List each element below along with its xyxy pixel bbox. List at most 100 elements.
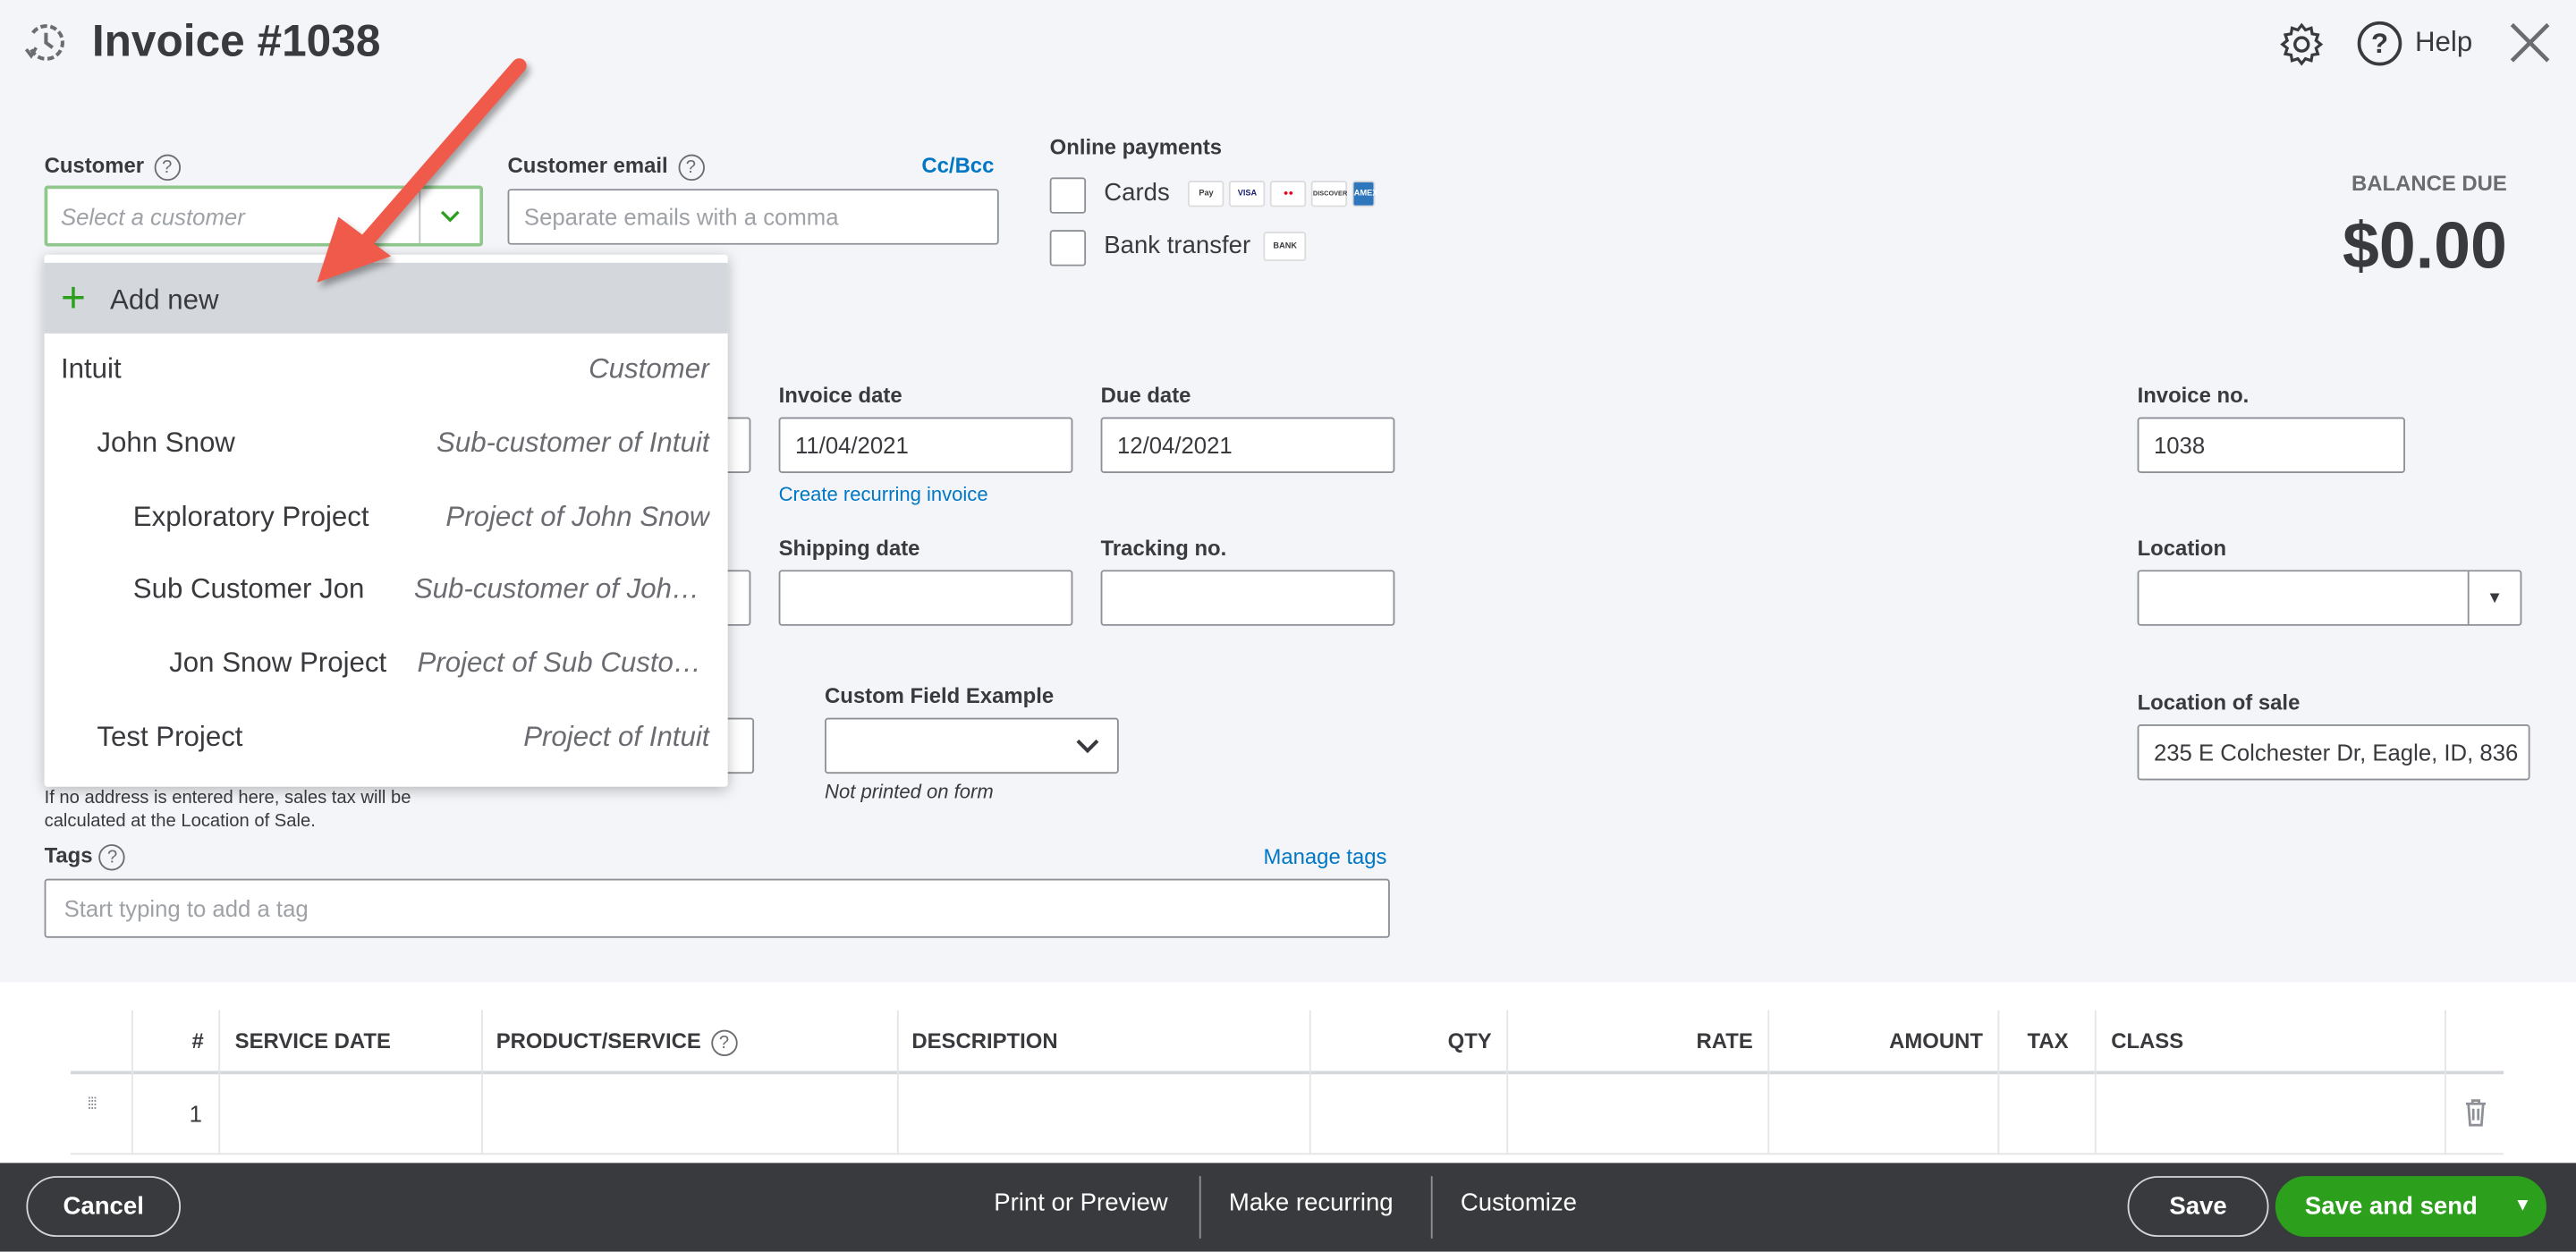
option-type: Sub-customer of John Snow [413,573,710,605]
location-of-sale-value: 235 E Colchester Dr, Eagle, ID, 836 [2153,739,2519,766]
recent-transactions-icon[interactable] [23,20,69,65]
dropdown-arrow-icon[interactable]: ▼ [2467,571,2521,624]
save-button[interactable]: Save [2127,1176,2269,1238]
print-preview-button[interactable]: Print or Preview [994,1189,1167,1217]
visa-logo: VISA [1229,181,1266,207]
option-name: Intuit [60,352,122,385]
tracking-no-input[interactable] [1100,570,1395,626]
dropdown-option[interactable]: Jon Snow Project Project of Sub Customer … [45,628,728,702]
customer-email-input[interactable]: Separate emails with a comma [507,189,999,245]
footer-bar: Cancel Print or Preview Make recurring C… [0,1163,2576,1252]
discover-logo: DISCOVER [1311,181,1348,207]
make-recurring-button[interactable]: Make recurring [1229,1189,1394,1217]
amex-logo: AMEX [1352,181,1377,207]
cancel-button[interactable]: Cancel [26,1176,182,1238]
dropdown-option[interactable]: Sub Customer Jon Sub-customer of John Sno… [45,554,728,628]
add-new-label: Add new [110,283,219,316]
cards-text: Cards [1104,179,1170,207]
column-header-product-service: PRODUCT/SERVICE? [496,1028,738,1056]
customer-select[interactable]: Select a customer [44,185,483,247]
table-row-divider [70,1153,2504,1155]
customize-button[interactable]: Customize [1461,1189,1577,1217]
trash-icon[interactable] [2464,1099,2487,1127]
close-icon[interactable] [2507,20,2553,65]
drag-handle-icon[interactable]: ⁞⁞⁞ [87,1096,97,1112]
bank-logo: BANK [1263,232,1307,262]
tracking-no-label: Tracking no. [1100,535,1227,561]
cards-checkbox[interactable] [1049,177,1087,214]
create-recurring-invoice-link[interactable]: Create recurring invoice [779,483,988,506]
plus-icon: + [60,272,86,322]
dropdown-option[interactable]: John Snow Sub-customer of Intuit [45,408,728,482]
bank-transfer-checkbox[interactable] [1049,230,1087,266]
divider [1430,1176,1433,1239]
option-type: Project of Intuit [523,721,710,753]
balance-due-label: BALANCE DUE [2351,171,2507,196]
manage-tags-link[interactable]: Manage tags [1263,844,1386,869]
invoice-date-value: 11/04/2021 [794,432,909,459]
option-type: Sub-customer of Intuit [436,427,710,459]
help-link[interactable]: Help [2415,26,2472,59]
location-select[interactable]: ▼ [2137,570,2522,626]
help-icon[interactable]: ? [98,843,126,870]
column-header-qty: QTY [1447,1028,1492,1053]
column-header-amount: AMOUNT [1889,1028,1983,1053]
tags-input[interactable]: Start typing to add a tag [44,878,1390,938]
customer-placeholder: Select a customer [60,202,245,230]
online-payments-label: Online payments [1049,134,1223,160]
customer-label: Customer? [44,152,181,181]
customer-label-text: Customer [44,152,145,178]
bank-transfer-option: Bank transfer BANK [1104,232,1307,262]
invoice-no-input[interactable]: 1038 [2137,417,2405,473]
dropdown-option[interactable]: Test Project Project of Intuit [45,701,728,775]
option-name: Test Project [97,721,243,753]
cards-option: Cards Pay VISA ●● DISCOVER AMEX [1104,179,1377,207]
location-label: Location [2137,535,2227,561]
invoice-no-value: 1038 [2153,432,2206,459]
dropdown-arrow-icon[interactable]: ▼ [2513,1196,2531,1215]
customer-dropdown-menu: + Add new Intuit Customer John Snow Sub-cu… [44,254,728,787]
invoice-no-label: Invoice no. [2137,382,2250,408]
help-icon[interactable]: ? [677,153,705,181]
dropdown-option[interactable]: Exploratory Project Project of John Snow [45,481,728,555]
help-icon[interactable]: ? [154,153,181,181]
tags-label: Tags? [45,842,126,870]
column-header-rate: RATE [1696,1028,1753,1053]
location-of-sale-label: Location of sale [2137,689,2301,715]
invoice-page: Invoice #1038 ? Help Customer? Select a … [0,0,2576,1252]
save-and-send-label: Save and send [2304,1192,2478,1221]
custom-field-note: Not printed on form [825,780,994,804]
option-name: Sub Customer Jon [132,573,365,605]
location-of-sale-input[interactable]: 235 E Colchester Dr, Eagle, ID, 836 [2137,723,2530,781]
add-new-option[interactable]: + Add new [44,262,728,334]
chevron-down-icon[interactable] [419,189,479,243]
customer-email-label: Customer email? [507,152,705,181]
due-date-label: Due date [1100,382,1191,408]
tags-placeholder: Start typing to add a tag [64,895,309,922]
shipping-date-input[interactable] [778,570,1073,626]
gear-icon[interactable] [2279,21,2325,67]
table-header-divider [70,1070,2504,1075]
divider [1199,1176,1201,1239]
column-header-description: DESCRIPTION [911,1028,1058,1053]
save-and-send-button[interactable]: Save and send ▼ [2275,1176,2546,1238]
custom-field-label: Custom Field Example [825,683,1055,708]
mastercard-logo: ●● [1270,181,1307,207]
option-type: Project of John Snow [445,501,710,533]
address-note: If no address is entered here, sales tax… [44,788,411,832]
column-header-service-date: SERVICE DATE [234,1028,391,1053]
help-icon[interactable]: ? [2357,21,2402,66]
customer-email-label-text: Customer email [507,152,668,178]
invoice-date-input[interactable]: 11/04/2021 [778,417,1073,473]
due-date-input[interactable]: 12/04/2021 [1100,417,1395,473]
option-type: Customer [589,352,710,385]
dropdown-option[interactable]: Intuit Customer [45,334,728,408]
custom-field-select[interactable] [825,717,1119,774]
cc-bcc-link[interactable]: Cc/Bcc [921,153,994,178]
chevron-down-icon[interactable] [1074,738,1100,754]
shipping-date-label: Shipping date [778,535,920,561]
option-name: Jon Snow Project [169,647,387,679]
apple-pay-logo: Pay [1188,181,1224,207]
help-icon[interactable]: ? [710,1028,738,1056]
due-date-value: 12/04/2021 [1116,432,1233,459]
